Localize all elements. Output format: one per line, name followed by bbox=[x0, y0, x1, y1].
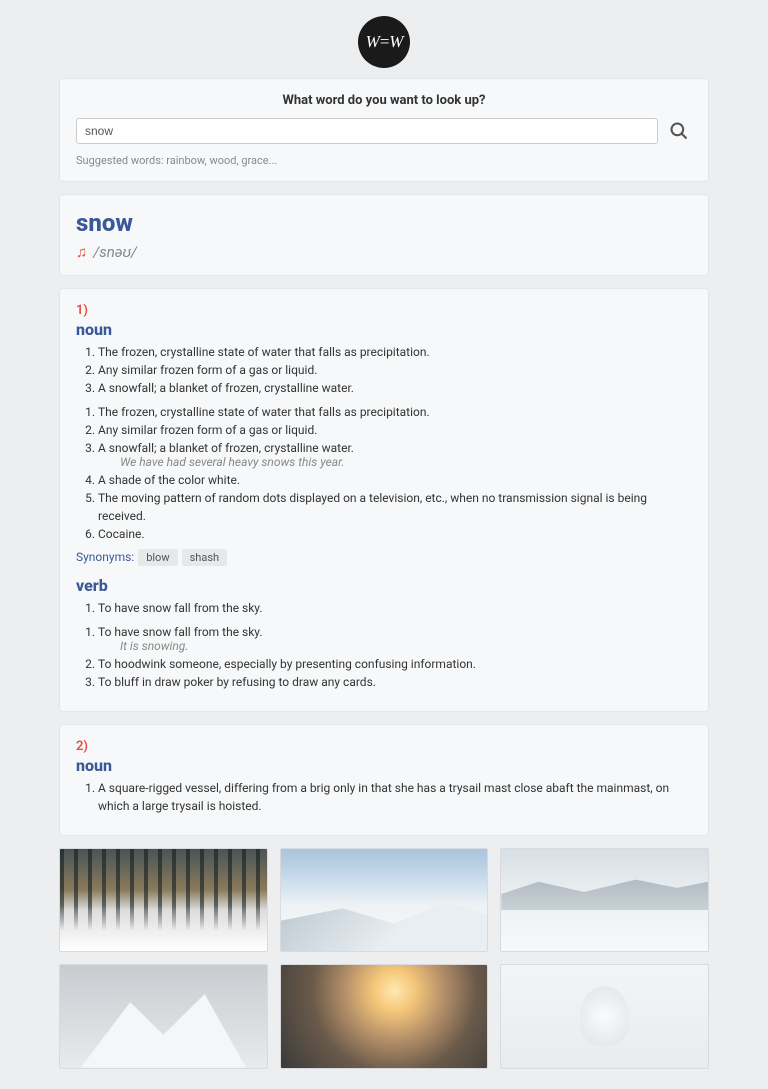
synonyms-label: Synonyms: bbox=[76, 550, 134, 564]
entry-number: 1) bbox=[76, 303, 692, 318]
gallery-image[interactable] bbox=[500, 964, 709, 1068]
audio-icon[interactable]: ♫ bbox=[76, 243, 87, 261]
definition-item: A snowfall; a blanket of frozen, crystal… bbox=[98, 379, 692, 397]
phonetic-text: /snəʊ/ bbox=[93, 243, 137, 261]
definition-item: The frozen, crystalline state of water t… bbox=[98, 403, 692, 421]
definition-example: We have had several heavy snows this yea… bbox=[98, 455, 692, 469]
definition-item: Cocaine. bbox=[98, 525, 692, 543]
definition-item: Any similar frozen form of a gas or liqu… bbox=[98, 361, 692, 379]
part-of-speech: noun bbox=[76, 756, 692, 775]
word-header-card: snow ♫ /snəʊ/ bbox=[59, 194, 709, 276]
search-input[interactable] bbox=[76, 118, 658, 144]
definition-item: To have snow fall from the sky. bbox=[98, 599, 692, 617]
definition-item: A shade of the color white. bbox=[98, 471, 692, 489]
search-row bbox=[76, 118, 692, 144]
entry-card: 2) noun A square-rigged vessel, differing … bbox=[59, 724, 709, 836]
gallery-image[interactable] bbox=[280, 964, 489, 1068]
search-card: What word do you want to look up? Sugges… bbox=[59, 78, 709, 182]
word-title: snow bbox=[76, 209, 692, 237]
gallery-image[interactable] bbox=[500, 848, 709, 952]
definition-example: It is snowing. bbox=[98, 639, 692, 653]
phonetic-row: ♫ /snəʊ/ bbox=[76, 243, 692, 261]
definitions-list: To have snow fall from the sky.It is sno… bbox=[76, 623, 692, 691]
image-gallery bbox=[59, 848, 709, 1069]
logo-wrap: W=W bbox=[59, 16, 709, 68]
part-of-speech: noun bbox=[76, 320, 692, 339]
definitions-list: The frozen, crystalline state of water t… bbox=[76, 343, 692, 397]
definition-item: The frozen, crystalline state of water t… bbox=[98, 343, 692, 361]
definitions-list: The frozen, crystalline state of water t… bbox=[76, 403, 692, 543]
search-icon bbox=[669, 121, 689, 141]
synonyms-row: Synonyms: blow shash bbox=[76, 549, 692, 566]
search-button[interactable] bbox=[666, 118, 692, 144]
gallery-image[interactable] bbox=[280, 848, 489, 952]
entry-number: 2) bbox=[76, 739, 692, 754]
gallery-image[interactable] bbox=[59, 964, 268, 1068]
definitions-list: To have snow fall from the sky. bbox=[76, 599, 692, 617]
definition-item: Any similar frozen form of a gas or liqu… bbox=[98, 421, 692, 439]
site-logo[interactable]: W=W bbox=[358, 16, 410, 68]
synonym-tag[interactable]: shash bbox=[182, 549, 227, 566]
gallery-image[interactable] bbox=[59, 848, 268, 952]
definition-item: The moving pattern of random dots displa… bbox=[98, 489, 692, 525]
entry-card: 1) noun The frozen, crystalline state of w… bbox=[59, 288, 709, 712]
definition-item: To hoodwink someone, especially by prese… bbox=[98, 655, 692, 673]
suggested-words: Suggested words: rainbow, wood, grace... bbox=[76, 154, 692, 167]
part-of-speech: verb bbox=[76, 576, 692, 595]
definitions-list: A square-rigged vessel, differing from a… bbox=[76, 779, 692, 815]
definition-item: A square-rigged vessel, differing from a… bbox=[98, 779, 692, 815]
synonym-tag[interactable]: blow bbox=[138, 549, 177, 566]
search-title: What word do you want to look up? bbox=[76, 93, 692, 108]
definition-item: To bluff in draw poker by refusing to dr… bbox=[98, 673, 692, 691]
